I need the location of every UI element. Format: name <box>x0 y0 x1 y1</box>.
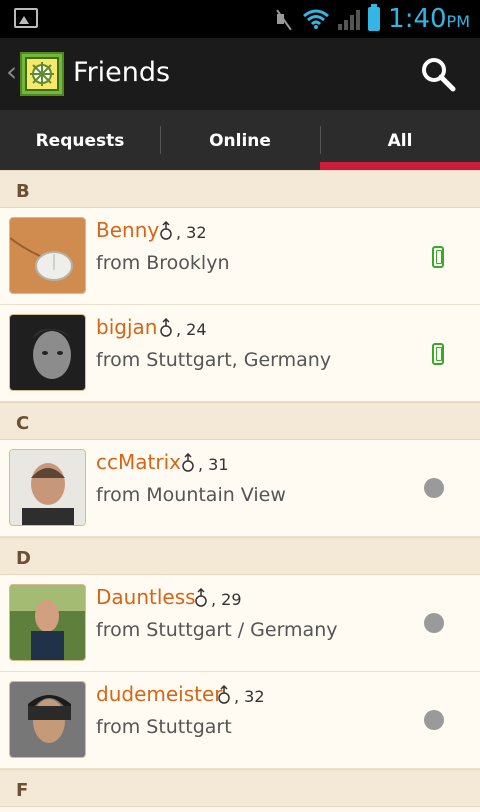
friend-name[interactable]: Benny <box>96 217 159 243</box>
avatar <box>9 449 86 526</box>
page-title: Friends <box>73 57 171 88</box>
back-icon[interactable]: ‹ <box>6 56 17 88</box>
action-bar: ‹ Friends <box>0 38 480 110</box>
friends-list: B Benny , 32 from Brooklyn bigjan , 24 f… <box>0 170 480 807</box>
friend-age: , 32 <box>234 687 265 706</box>
tab-all[interactable]: All <box>320 110 480 170</box>
friend-location: from Stuttgart <box>96 716 232 738</box>
mobile-online-icon <box>432 343 444 365</box>
friend-location: from Stuttgart, Germany <box>96 349 332 371</box>
avatar <box>9 681 86 758</box>
section-header-f: F <box>0 769 480 807</box>
mobile-online-icon <box>432 246 444 268</box>
avatar <box>9 217 86 294</box>
avatar <box>9 584 86 661</box>
friends-tabs: Requests Online All <box>0 110 480 170</box>
male-icon <box>160 221 172 240</box>
friend-name[interactable]: bigjan <box>96 314 157 340</box>
avatar-image <box>10 315 85 390</box>
friend-age: , 32 <box>176 223 207 242</box>
wifi-icon <box>303 9 329 29</box>
friend-age: , 29 <box>211 590 242 609</box>
battery-icon <box>368 4 380 31</box>
friend-name[interactable]: ccMatrix <box>96 449 181 475</box>
search-icon[interactable] <box>420 56 456 92</box>
status-icons <box>274 4 380 32</box>
male-icon <box>195 588 207 607</box>
clock: 1:40PM <box>388 4 470 34</box>
avatar-image <box>10 682 85 757</box>
signal-icon <box>338 8 360 30</box>
offline-dot-icon <box>424 478 444 498</box>
friend-row-dauntless[interactable]: Dauntless , 29 from Stuttgart / Germany <box>0 575 480 672</box>
app-logo-icon <box>25 57 59 91</box>
section-header-d: D <box>0 537 480 575</box>
avatar <box>9 314 86 391</box>
friend-age: , 31 <box>198 455 229 474</box>
friend-location: from Brooklyn <box>96 252 230 274</box>
app-logo[interactable] <box>20 52 64 96</box>
avatar-image <box>10 585 85 660</box>
tab-requests[interactable]: Requests <box>0 110 160 170</box>
friend-row-bigjan[interactable]: bigjan , 24 from Stuttgart, Germany <box>0 305 480 402</box>
mute-icon <box>274 9 294 29</box>
avatar-image <box>10 218 85 293</box>
friend-name[interactable]: Dauntless <box>96 584 196 610</box>
offline-dot-icon <box>424 710 444 730</box>
offline-dot-icon <box>424 613 444 633</box>
male-icon <box>218 685 230 704</box>
avatar-image <box>10 450 85 525</box>
male-icon <box>160 318 172 337</box>
friend-row-benny[interactable]: Benny , 32 from Brooklyn <box>0 208 480 305</box>
section-header-b: B <box>0 170 480 208</box>
friend-row-ccmatrix[interactable]: ccMatrix , 31 from Mountain View <box>0 440 480 537</box>
friend-age: , 24 <box>176 320 207 339</box>
male-icon <box>182 453 194 472</box>
status-bar: 1:40PM <box>0 0 480 38</box>
friend-row-dudemeister[interactable]: dudemeister , 32 from Stuttgart <box>0 672 480 769</box>
friend-location: from Stuttgart / Germany <box>96 619 338 641</box>
image-notification-icon <box>14 8 38 28</box>
friend-location: from Mountain View <box>96 484 286 506</box>
section-header-c: C <box>0 402 480 440</box>
tab-online[interactable]: Online <box>160 110 320 170</box>
friend-name[interactable]: dudemeister <box>96 681 223 707</box>
